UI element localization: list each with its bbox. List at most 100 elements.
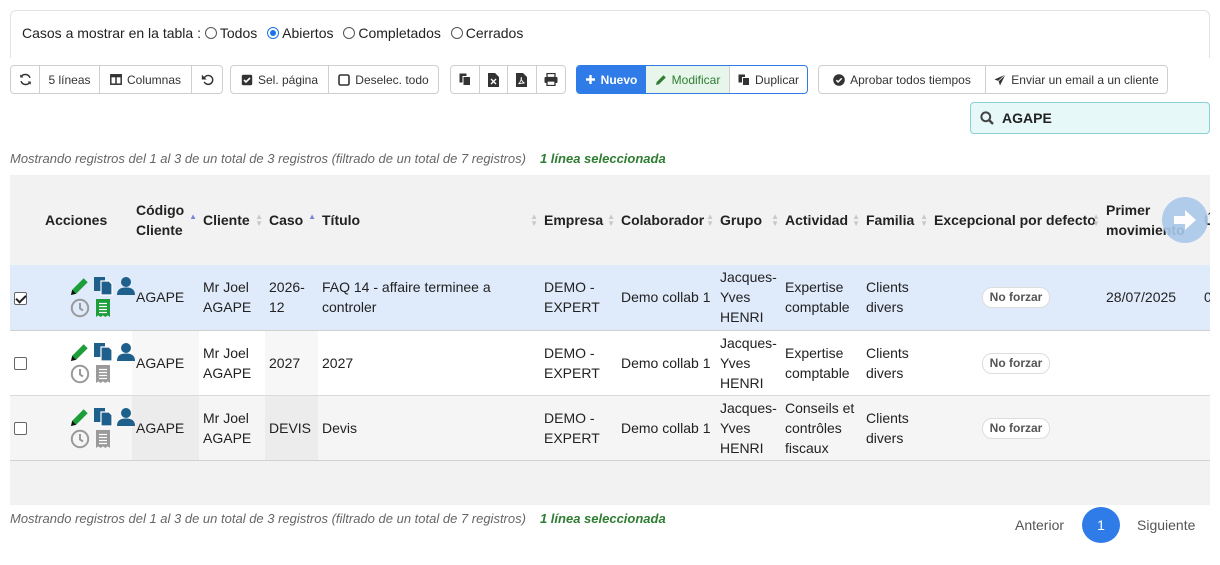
- header-cliente[interactable]: Cliente ▲ ▼: [199, 175, 265, 265]
- receipt-icon[interactable]: [93, 429, 113, 449]
- refresh-button[interactable]: [11, 66, 40, 93]
- header-select: [10, 175, 37, 265]
- cell-titulo: Devis: [318, 395, 540, 461]
- cell-empresa: DEMO - EXPERT: [540, 330, 617, 396]
- approve-all-times-button[interactable]: Aprobar todos tiempos: [819, 66, 986, 93]
- status-badge: No forzar: [981, 417, 1051, 439]
- cell-cliente: Mr Joel AGAPE: [199, 265, 265, 331]
- radio-completados[interactable]: [343, 27, 356, 39]
- pencil-icon[interactable]: [70, 407, 90, 427]
- clock-icon[interactable]: [70, 298, 90, 318]
- send-email-button[interactable]: Enviar un email a un cliente: [986, 66, 1167, 93]
- pdf-button[interactable]: [508, 66, 537, 93]
- cell-cliente: Mr Joel AGAPE: [199, 330, 265, 396]
- header-titulo[interactable]: Título ▲ ▼: [318, 175, 540, 265]
- pagination-previous[interactable]: Anterior: [1015, 517, 1064, 553]
- reset-button[interactable]: [192, 66, 222, 93]
- radio-todos[interactable]: [204, 27, 217, 39]
- header-colaborador[interactable]: Colaborador ▲ ▼: [617, 175, 716, 265]
- cell-ultimo: [1200, 395, 1210, 461]
- print-icon: [544, 73, 558, 86]
- columns-button[interactable]: Columnas: [100, 66, 192, 93]
- pagination-page-1[interactable]: 1: [1082, 507, 1120, 543]
- header-acciones: Acciones: [37, 175, 132, 265]
- table-row[interactable]: AGAPE Mr Joel AGAPE 2027 2027 DEMO - EXP…: [10, 330, 1210, 396]
- deselect-all-button[interactable]: Deselec. todo: [329, 66, 438, 93]
- header-codigo-cliente[interactable]: Código Cliente ▲: [132, 175, 199, 265]
- clock-icon[interactable]: [70, 364, 90, 384]
- row-checkbox[interactable]: [14, 422, 27, 436]
- cell-actividad: Conseils et contrôles fiscaux: [781, 395, 862, 461]
- table-header: Acciones Código Cliente ▲ Cliente ▲ ▼ Caso ▲…: [10, 175, 1210, 265]
- cell-primer-movimiento: [1102, 330, 1200, 396]
- cell-excepcional: No forzar: [930, 330, 1102, 396]
- lines-button[interactable]: 5 líneas: [40, 66, 100, 93]
- receipt-icon[interactable]: [93, 364, 113, 384]
- documents-icon[interactable]: [93, 276, 113, 296]
- duplicate-icon: [738, 74, 750, 86]
- select-page-button[interactable]: Sel. página: [231, 66, 329, 93]
- sort-indicator: ▲ ▼: [607, 212, 615, 228]
- clock-icon[interactable]: [70, 429, 90, 449]
- row-checkbox[interactable]: [14, 292, 27, 306]
- pencil-icon: [655, 74, 666, 85]
- filter-cerrados[interactable]: Cerrados: [450, 25, 523, 41]
- sort-indicator: ▲ ▼: [920, 212, 928, 228]
- copy-button[interactable]: [451, 66, 480, 93]
- sort-indicator: ▲ ▼: [530, 212, 538, 228]
- cell-colaborador: Demo collab 1: [617, 265, 716, 331]
- radio-abiertos[interactable]: [267, 27, 280, 39]
- header-empresa[interactable]: Empresa ▲ ▼: [540, 175, 617, 265]
- checked-box-icon: [241, 74, 253, 85]
- radio-cerrados[interactable]: [450, 27, 463, 39]
- records-info-bottom: Mostrando registros del 1 al 3 de un tot…: [10, 511, 666, 526]
- receipt-icon[interactable]: [93, 298, 113, 318]
- export-group: [450, 65, 566, 94]
- table-row[interactable]: AGAPE Mr Joel AGAPE DEVIS Devis DEMO - E…: [10, 395, 1210, 461]
- search-input[interactable]: [1000, 109, 1200, 127]
- documents-icon[interactable]: [93, 407, 113, 427]
- sort-indicator: ▲ ▼: [1092, 212, 1100, 228]
- records-info-top: Mostrando registros del 1 al 3 de un tot…: [10, 151, 666, 166]
- cell-grupo: Jacques-Yves HENRI: [716, 395, 781, 461]
- sort-indicator: ▲ ▼: [255, 212, 263, 228]
- cell-grupo: Jacques-Yves HENRI: [716, 265, 781, 331]
- file-pdf-icon: [516, 72, 528, 87]
- sort-indicator: ▲ ▼: [771, 212, 779, 228]
- modify-button[interactable]: Modificar: [646, 66, 730, 93]
- pencil-icon[interactable]: [70, 276, 90, 296]
- records-info-text: Mostrando registros del 1 al 3 de un tot…: [10, 511, 526, 526]
- header-grupo[interactable]: Grupo ▲ ▼: [716, 175, 781, 265]
- pagination-next[interactable]: Siguiente: [1137, 517, 1195, 553]
- pencil-icon[interactable]: [70, 342, 90, 362]
- filter-todos[interactable]: Todos: [204, 25, 257, 41]
- new-button[interactable]: Nuevo: [577, 66, 646, 93]
- paper-plane-icon: [994, 73, 1007, 85]
- cell-familia: Clients divers: [862, 395, 930, 461]
- user-icon[interactable]: [116, 407, 136, 427]
- header-excepcional[interactable]: Excepcional por defecto ▲ ▼: [930, 175, 1102, 265]
- user-icon[interactable]: [116, 342, 136, 362]
- scroll-right-button[interactable]: [1162, 197, 1208, 243]
- cell-cliente: Mr Joel AGAPE: [199, 395, 265, 461]
- plus-icon: [585, 75, 595, 84]
- documents-icon[interactable]: [93, 342, 113, 362]
- header-caso[interactable]: Caso ▲: [265, 175, 318, 265]
- header-actividad[interactable]: Actividad ▲ ▼: [781, 175, 862, 265]
- search-icon: [980, 111, 994, 125]
- filter-completados[interactable]: Completados: [343, 25, 441, 41]
- print-button[interactable]: [537, 66, 565, 93]
- cell-excepcional: No forzar: [930, 395, 1102, 461]
- header-familia[interactable]: Familia ▲ ▼: [862, 175, 930, 265]
- sort-indicator: ▲ ▼: [706, 212, 714, 228]
- duplicate-button[interactable]: Duplicar: [730, 66, 807, 93]
- copy-icon: [459, 73, 471, 86]
- arrow-right-icon: [1174, 210, 1196, 230]
- row-checkbox[interactable]: [14, 357, 27, 371]
- user-icon[interactable]: [116, 276, 136, 296]
- excel-button[interactable]: [480, 66, 508, 93]
- cell-titulo: 2027: [318, 330, 540, 396]
- filter-abiertos[interactable]: Abiertos: [267, 25, 333, 41]
- cell-caso: 2026-12: [265, 265, 318, 331]
- table-row[interactable]: AGAPE Mr Joel AGAPE 2026-12 FAQ 14 - aff…: [10, 265, 1210, 331]
